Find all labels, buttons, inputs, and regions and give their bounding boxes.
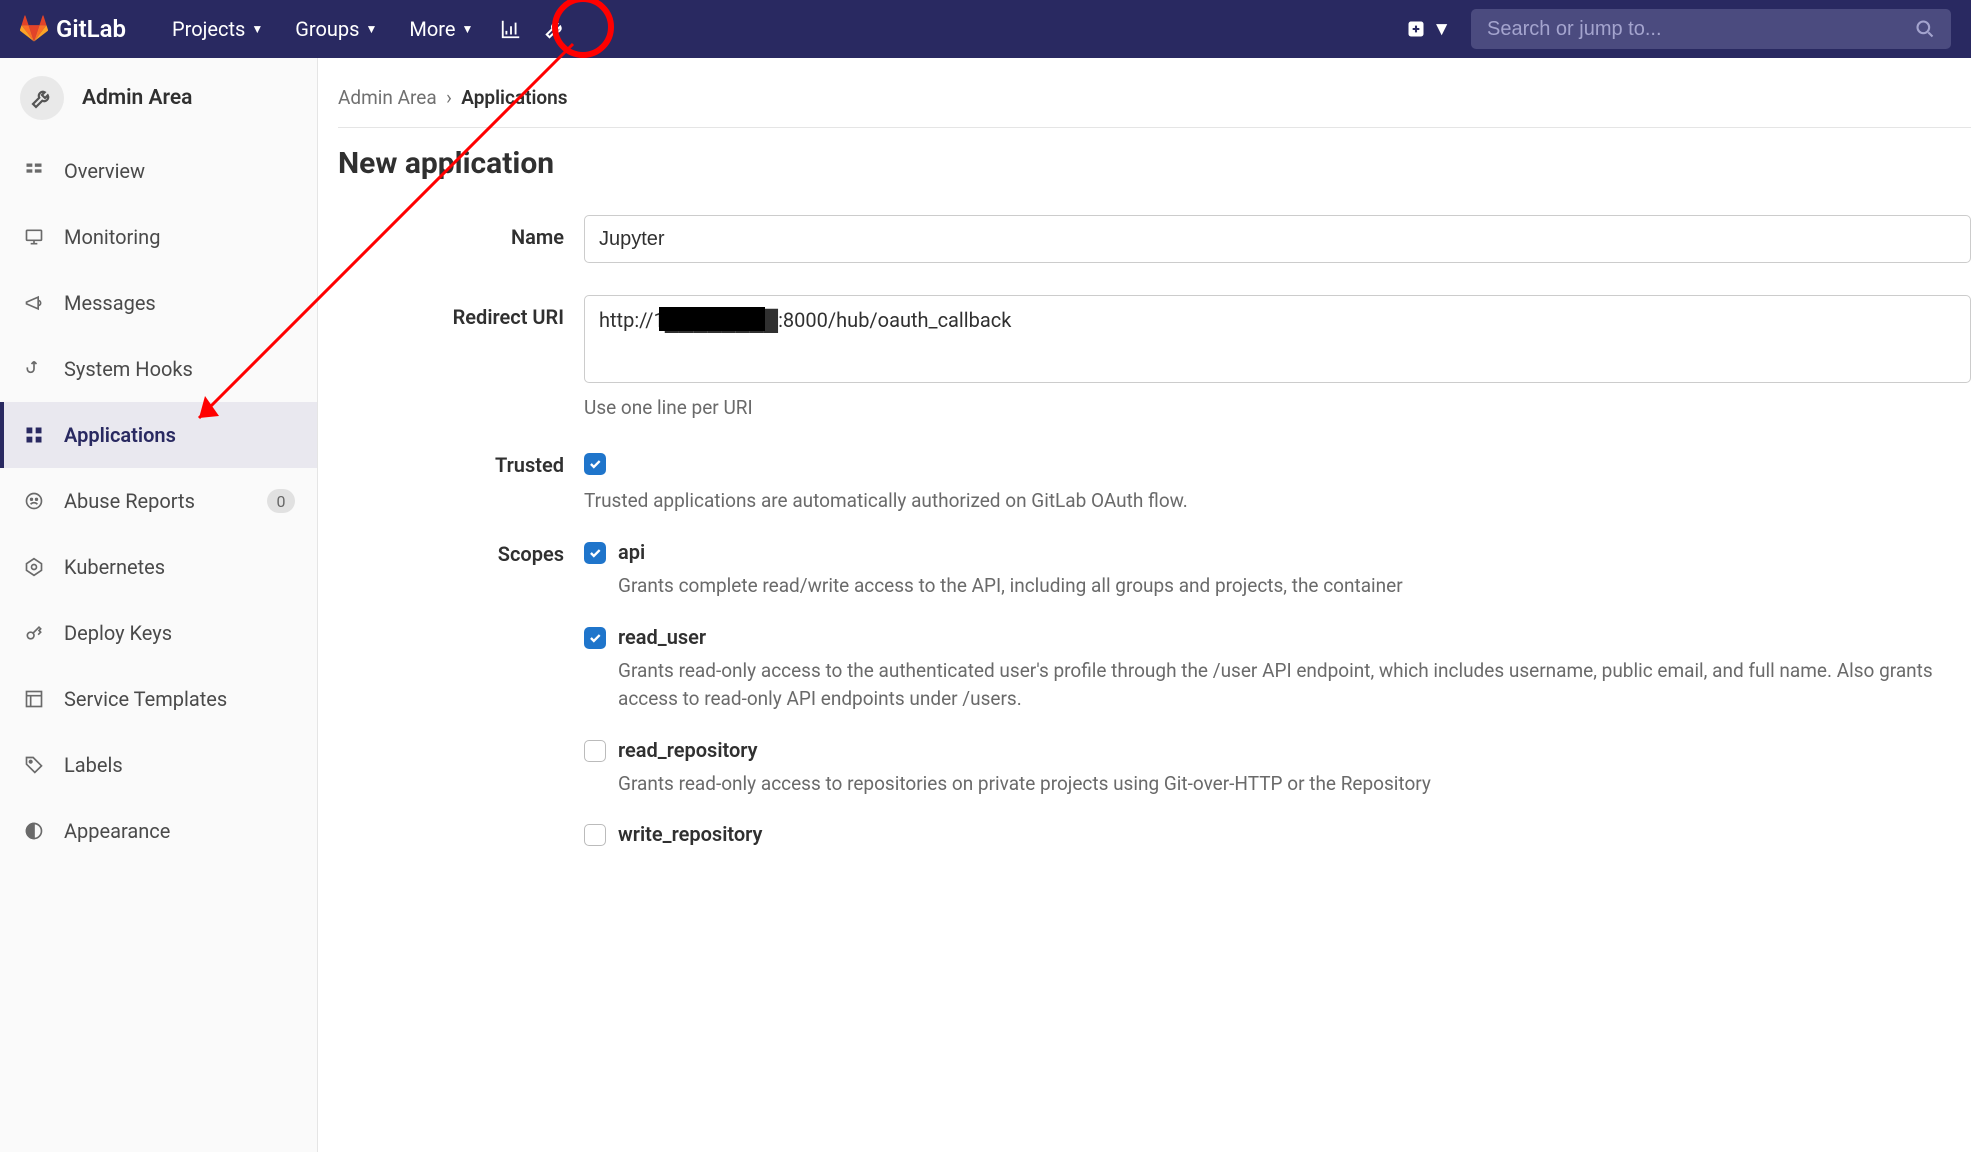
nav-more[interactable]: More ▼ — [393, 17, 489, 41]
scope-api: api Grants complete read/write access to… — [584, 540, 1971, 601]
scope-desc: Grants read-only access to the authentic… — [618, 657, 1971, 714]
checkbox-scope-api[interactable] — [584, 542, 606, 564]
page-title: New application — [338, 146, 1971, 181]
badge-count: 0 — [267, 489, 295, 513]
sidebar-item-label: Service Templates — [64, 687, 227, 711]
sidebar-item-deploy-keys[interactable]: Deploy Keys — [0, 600, 317, 666]
breadcrumb-current: Applications — [461, 86, 567, 109]
sidebar-item-labels[interactable]: Labels — [0, 732, 317, 798]
sidebar-item-appearance[interactable]: Appearance — [0, 798, 317, 864]
nav-projects-label: Projects — [172, 17, 245, 41]
appearance-icon — [22, 819, 46, 843]
plus-square-icon — [1406, 19, 1426, 39]
scope-write-repository: write_repository — [584, 822, 1971, 846]
checkbox-scope-read-user[interactable] — [584, 627, 606, 649]
scope-name: api — [618, 540, 645, 564]
chevron-down-icon: ▼ — [365, 22, 377, 36]
form-row-redirect-uri: Redirect URI Use one line per URI — [338, 295, 1971, 419]
face-sad-icon — [22, 489, 46, 513]
sidebar-header: Admin Area — [0, 58, 317, 138]
nav-groups-label: Groups — [295, 17, 359, 41]
dashboard-icon — [22, 159, 46, 183]
sidebar-item-label: Monitoring — [64, 225, 160, 249]
sidebar-item-label: Labels — [64, 753, 123, 777]
sidebar: Admin Area Overview Monitoring Messages … — [0, 58, 318, 1152]
label-redirect-uri: Redirect URI — [338, 295, 584, 329]
redaction-block — [659, 307, 765, 331]
sidebar-item-label: Appearance — [64, 819, 170, 843]
input-redirect-uri[interactable] — [584, 295, 1971, 383]
nav-new-button[interactable]: ▼ — [1406, 17, 1451, 41]
nav-admin-wrench-icon[interactable] — [533, 7, 577, 51]
breadcrumb-sep: › — [446, 86, 452, 109]
form-row-name: Name — [338, 215, 1971, 263]
breadcrumb-root[interactable]: Admin Area — [338, 86, 437, 109]
main-content: Admin Area › Applications New applicatio… — [318, 58, 1971, 1152]
scope-read-repository: read_repository Grants read-only access … — [584, 738, 1971, 799]
sidebar-title: Admin Area — [82, 86, 192, 110]
breadcrumb: Admin Area › Applications — [338, 86, 1971, 128]
nav-groups[interactable]: Groups ▼ — [279, 17, 393, 41]
form-row-scopes: Scopes api Grants complete read/write ac… — [338, 540, 1971, 870]
sidebar-item-kubernetes[interactable]: Kubernetes — [0, 534, 317, 600]
key-icon — [22, 621, 46, 645]
scope-name: read_repository — [618, 738, 758, 762]
sidebar-item-label: Applications — [64, 423, 176, 447]
sidebar-item-service-templates[interactable]: Service Templates — [0, 666, 317, 732]
scope-desc: Grants read-only access to repositories … — [618, 770, 1971, 799]
sidebar-item-abuse-reports[interactable]: Abuse Reports 0 — [0, 468, 317, 534]
monitor-icon — [22, 225, 46, 249]
sidebar-item-applications[interactable]: Applications — [0, 402, 317, 468]
label-scopes: Scopes — [338, 540, 584, 566]
checkbox-scope-write-repository[interactable] — [584, 824, 606, 846]
tag-icon — [22, 753, 46, 777]
apps-icon — [22, 423, 46, 447]
scope-name: read_user — [618, 625, 706, 649]
sidebar-item-label: System Hooks — [64, 357, 193, 381]
brand-text: GitLab — [56, 15, 126, 43]
search-icon — [1915, 19, 1935, 39]
top-nav: GitLab Projects ▼ Groups ▼ More ▼ ▼ — [0, 0, 1971, 58]
megaphone-icon — [22, 291, 46, 315]
gitlab-logo-icon — [20, 15, 48, 43]
kubernetes-icon — [22, 555, 46, 579]
input-name[interactable] — [584, 215, 1971, 263]
form-row-trusted: Trusted Trusted applications are automat… — [338, 451, 1971, 512]
template-icon — [22, 687, 46, 711]
sidebar-item-label: Deploy Keys — [64, 621, 172, 645]
sidebar-item-label: Overview — [64, 159, 145, 183]
scope-name: write_repository — [618, 822, 762, 846]
label-name: Name — [338, 215, 584, 249]
sidebar-item-messages[interactable]: Messages — [0, 270, 317, 336]
chevron-down-icon: ▼ — [251, 22, 263, 36]
label-trusted: Trusted — [338, 451, 584, 477]
search-input[interactable] — [1487, 18, 1915, 41]
search-box[interactable] — [1471, 9, 1951, 49]
admin-area-avatar-icon — [20, 76, 64, 120]
chevron-down-icon: ▼ — [1432, 17, 1451, 41]
chevron-down-icon: ▼ — [461, 22, 473, 36]
nav-more-label: More — [409, 17, 455, 41]
hint-redirect-uri: Use one line per URI — [584, 396, 1971, 419]
sidebar-item-overview[interactable]: Overview — [0, 138, 317, 204]
checkbox-scope-read-repository[interactable] — [584, 740, 606, 762]
sidebar-item-label: Kubernetes — [64, 555, 165, 579]
sidebar-item-system-hooks[interactable]: System Hooks — [0, 336, 317, 402]
nav-activity-icon[interactable] — [489, 7, 533, 51]
sidebar-item-label: Messages — [64, 291, 156, 315]
scope-read-user: read_user Grants read-only access to the… — [584, 625, 1971, 714]
sidebar-item-monitoring[interactable]: Monitoring — [0, 204, 317, 270]
sidebar-item-label: Abuse Reports — [64, 489, 195, 513]
nav-projects[interactable]: Projects ▼ — [156, 17, 279, 41]
brand-logo[interactable]: GitLab — [20, 15, 126, 43]
hook-icon — [22, 357, 46, 381]
hint-trusted: Trusted applications are automatically a… — [584, 489, 1971, 512]
scope-desc: Grants complete read/write access to the… — [618, 572, 1971, 601]
checkbox-trusted[interactable] — [584, 453, 606, 475]
